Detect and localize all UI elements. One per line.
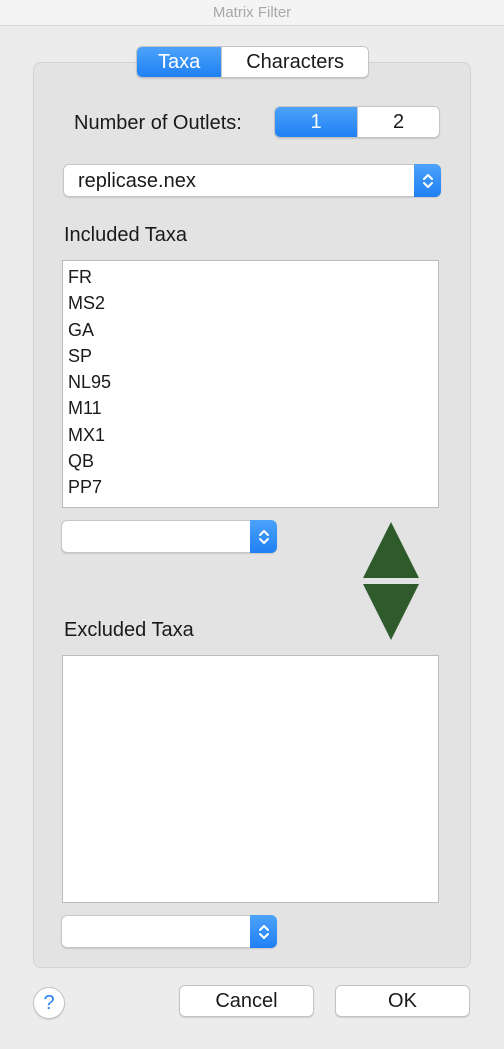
list-item[interactable]: SP (63, 343, 438, 369)
ok-button[interactable]: OK (335, 985, 470, 1017)
list-item[interactable]: MX1 (63, 422, 438, 448)
triangle-up-icon[interactable] (363, 522, 419, 578)
cancel-button[interactable]: Cancel (179, 985, 314, 1017)
list-item[interactable]: PP7 (63, 474, 438, 500)
tab-taxa[interactable]: Taxa (137, 47, 222, 77)
excluded-taxa-label: Excluded Taxa (64, 619, 194, 641)
chevron-updown-icon (414, 164, 441, 197)
outlets-option-1[interactable]: 1 (275, 107, 357, 137)
excluded-popup[interactable] (61, 915, 277, 948)
included-taxa-list[interactable]: FR MS2 GA SP NL95 M11 MX1 QB PP7 (62, 260, 439, 508)
window-title: Matrix Filter (0, 0, 504, 26)
outlets-option-2[interactable]: 2 (357, 107, 439, 137)
file-popup-value: replicase.nex (78, 170, 196, 192)
triangle-down-icon[interactable] (363, 584, 419, 640)
file-popup[interactable]: replicase.nex (63, 164, 441, 197)
list-item[interactable]: FR (63, 264, 438, 290)
question-icon: ? (43, 992, 55, 1014)
list-item[interactable]: QB (63, 448, 438, 474)
outlets-selector: 1 2 (274, 106, 440, 138)
list-item[interactable]: M11 (63, 395, 438, 421)
list-item[interactable]: NL95 (63, 369, 438, 395)
chevron-updown-icon (250, 520, 277, 553)
outlets-label: Number of Outlets: (74, 112, 242, 134)
included-taxa-label: Included Taxa (64, 224, 188, 246)
help-button[interactable]: ? (33, 987, 65, 1019)
tab-bar: Taxa Characters (136, 46, 369, 78)
list-item[interactable]: MS2 (63, 290, 438, 316)
tab-characters[interactable]: Characters (221, 47, 368, 77)
move-arrows (363, 522, 419, 640)
chevron-updown-icon (250, 915, 277, 948)
list-item[interactable]: GA (63, 317, 438, 343)
excluded-taxa-list[interactable] (62, 655, 439, 903)
included-popup[interactable] (61, 520, 277, 553)
